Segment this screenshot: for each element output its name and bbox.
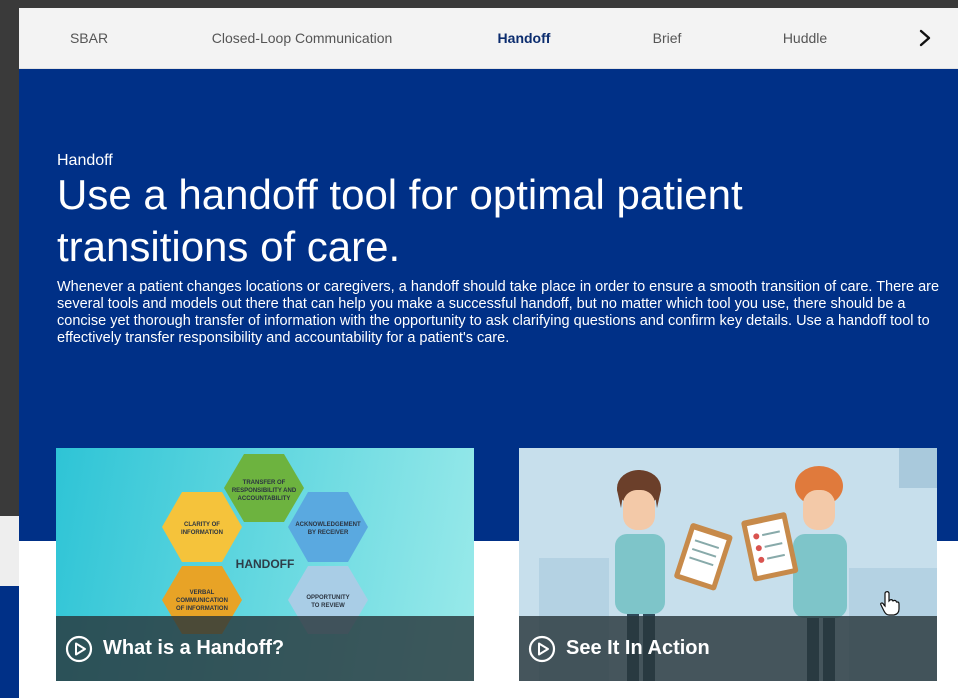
hex-label: COMMUNICATION — [176, 598, 228, 604]
play-circle-icon — [528, 635, 556, 662]
hex-label: VERBAL — [190, 590, 215, 596]
tab-bar: SBAR Closed-Loop Communication Handoff B… — [19, 8, 958, 69]
card-caption-bar: See It In Action — [519, 616, 937, 681]
page-title: Use a handoff tool for optimal patient t… — [57, 171, 743, 270]
video-card-see-it-in-action[interactable]: See It In Action — [519, 448, 937, 681]
chevron-right-icon[interactable] — [912, 24, 938, 52]
tab-sbar[interactable]: SBAR — [70, 8, 108, 68]
hex-label: OF INFORMATION — [176, 606, 228, 612]
diagram-center-label: HANDOFF — [236, 557, 295, 571]
tab-handoff[interactable]: Handoff — [498, 8, 551, 68]
hex-label: TO REVIEW — [311, 603, 345, 609]
hex-label: RESPONSIBILITY AND — [232, 488, 297, 494]
hand-pointer-icon — [880, 591, 900, 616]
hex-label: BY RECEIVER — [308, 530, 349, 536]
section-eyebrow: Handoff — [57, 152, 113, 169]
hex-label: TRANSFER OF — [243, 480, 286, 486]
hex-label: ACCOUNTABILITY — [238, 496, 291, 502]
card-title: See It In Action — [566, 637, 710, 659]
card-title: What is a Handoff? — [103, 637, 285, 659]
video-card-what-is-handoff[interactable]: TRANSFER OF RESPONSIBILITY AND ACCOUNTAB… — [56, 448, 474, 681]
hex-label: ACKNOWLEDGEMENT — [295, 522, 361, 528]
hex-label: OPPORTUNITY — [306, 595, 349, 601]
hex-label: INFORMATION — [181, 530, 223, 536]
play-circle-icon — [65, 635, 93, 662]
intro-paragraph: Whenever a patient changes locations or … — [57, 279, 940, 346]
hex-label: CLARITY OF — [184, 522, 220, 528]
card-caption-bar: What is a Handoff? — [56, 616, 474, 681]
tab-huddle[interactable]: Huddle — [783, 8, 827, 68]
tab-closed-loop-communication[interactable]: Closed-Loop Communication — [212, 8, 393, 68]
handoff-modal: SBAR Closed-Loop Communication Handoff B… — [19, 8, 958, 698]
tab-brief[interactable]: Brief — [653, 8, 682, 68]
